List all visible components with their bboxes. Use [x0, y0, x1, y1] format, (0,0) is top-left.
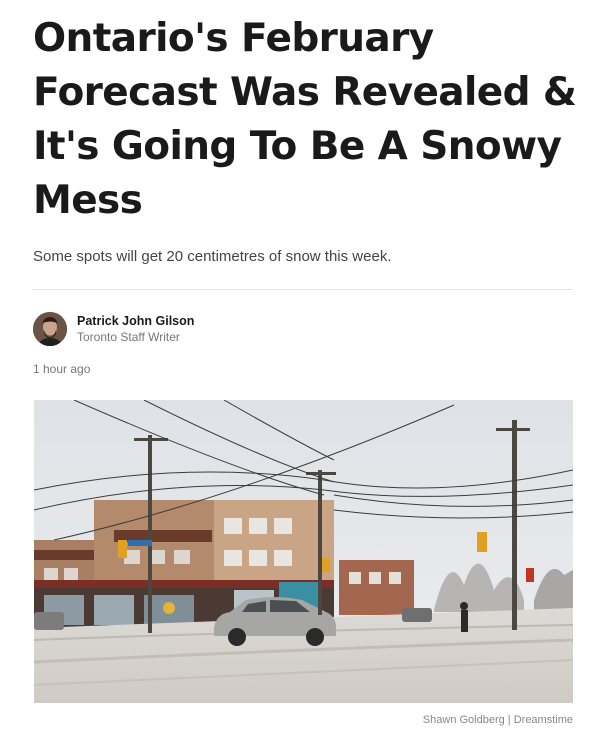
author-name[interactable]: Patrick John Gilson: [77, 313, 194, 329]
photo-credit: Shawn Goldberg | Dreamstime: [422, 714, 573, 726]
divider: [33, 289, 573, 290]
article-headline: Ontario's February Forecast Was Revealed…: [33, 16, 577, 223]
publish-timestamp: 1 hour ago: [33, 362, 91, 376]
article-photo: [34, 400, 573, 703]
article-subtitle: Some spots will get 20 centimetres of sn…: [33, 248, 392, 265]
author-byline[interactable]: Patrick John Gilson Toronto Staff Writer: [33, 312, 194, 346]
author-role: Toronto Staff Writer: [77, 330, 180, 344]
author-avatar[interactable]: [33, 312, 67, 346]
article: Ontario's February Forecast Was Revealed…: [0, 0, 612, 736]
